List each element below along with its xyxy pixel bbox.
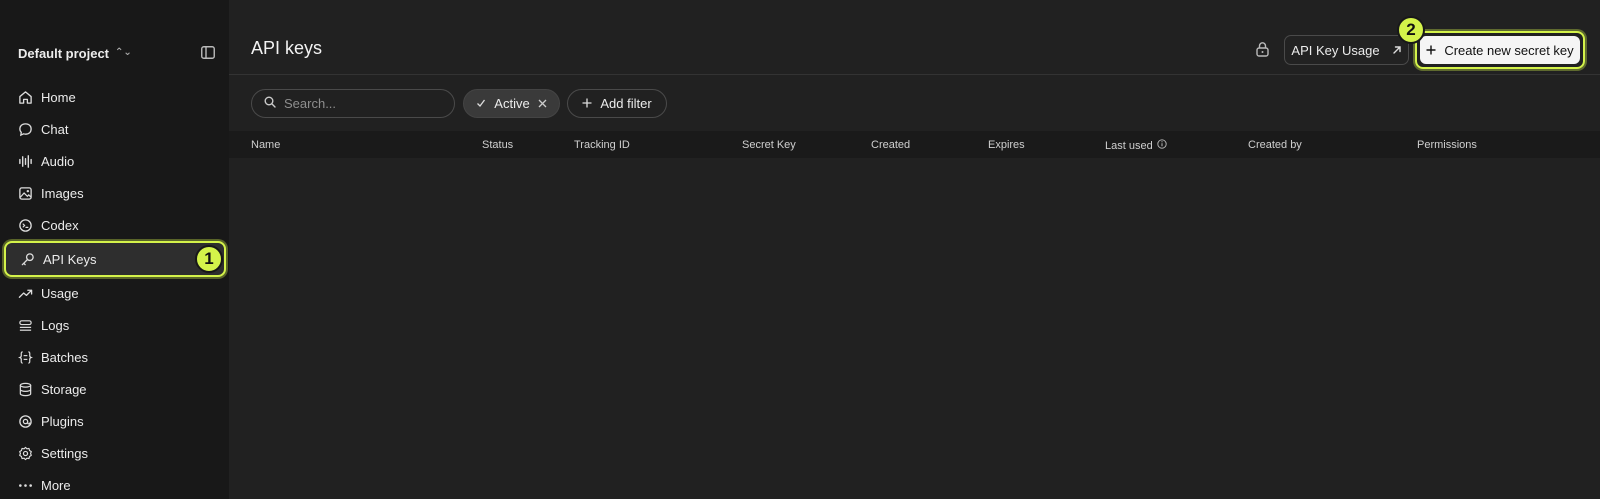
sidebar-item-more[interactable]: More [0,469,229,499]
chevron-up-down-icon: ⌃⌄ [115,47,132,58]
sidebar-item-label: Audio [41,153,75,169]
storage-icon [17,381,33,397]
sidebar-item-label: Batches [41,349,88,365]
search-input[interactable] [284,96,434,111]
api-key-usage-button[interactable]: API Key Usage [1284,35,1409,65]
sidebar-item-usage[interactable]: Usage [0,277,229,309]
column-header-name: Name [251,139,281,151]
batches-icon [17,349,33,365]
step-badge-1: 1 [195,245,223,273]
column-header-expires: Expires [988,139,1025,151]
info-icon[interactable] [1157,139,1167,152]
key-icon [19,251,35,267]
chat-icon [17,121,33,137]
sidebar-item-label: Codex [41,217,79,233]
header-divider [229,74,1600,75]
column-header-permissions: Permissions [1417,139,1477,151]
sidebar-item-storage[interactable]: Storage [0,373,229,405]
sidebar-item-home[interactable]: Home [0,81,229,113]
sidebar-item-label: API Keys [43,251,97,267]
sidebar-toggle-icon[interactable] [200,44,216,60]
codex-icon [17,217,33,233]
sidebar-item-label: Home [41,89,76,105]
sidebar-item-codex[interactable]: Codex [0,209,229,241]
sidebar-item-audio[interactable]: Audio [0,145,229,177]
sidebar-item-settings[interactable]: Settings [0,437,229,469]
logs-icon [17,317,33,333]
sidebar-item-images[interactable]: Images [0,177,229,209]
plus-icon [1426,43,1436,58]
lock-icon[interactable] [1255,41,1271,57]
sidebar-item-label: Settings [41,445,88,461]
column-header-last-used: Last used [1105,139,1167,152]
sidebar-item-api-keys[interactable]: API Keys 1 [4,241,226,277]
table-header: Name Status Tracking ID Secret Key Creat… [229,131,1600,158]
sidebar-item-label: Images [41,185,84,201]
sidebar-item-logs[interactable]: Logs [0,309,229,341]
close-icon[interactable] [538,96,547,111]
page-title: API keys [251,38,323,58]
create-secret-key-label: Create new secret key [1444,42,1574,58]
home-icon [17,89,33,105]
sidebar-item-label: Logs [41,317,70,333]
column-header-status: Status [482,139,514,151]
api-key-usage-label: API Key Usage [1291,42,1380,58]
main-content: API keys API Key Usage Create new secret… [229,0,1600,499]
sidebar-nav: Home Chat Audio Images Codex API Keys 1 … [0,81,229,499]
column-header-secret-key: Secret Key [742,139,796,151]
active-filter-chip[interactable]: Active [463,89,560,118]
column-header-created-by: Created by [1248,139,1302,151]
sidebar-item-chat[interactable]: Chat [0,113,229,145]
check-icon [476,96,486,111]
project-name: Default project [18,45,110,61]
more-icon [17,477,33,493]
sidebar-item-label: Plugins [41,413,84,429]
audio-icon [17,153,33,169]
arrow-up-right-icon [1392,43,1402,58]
active-filter-label: Active [494,96,530,111]
create-secret-key-button[interactable]: Create new secret key [1420,36,1580,64]
images-icon [17,185,33,201]
sidebar-item-label: Storage [41,381,87,397]
sidebar-item-label: More [41,477,71,493]
usage-icon [17,285,33,301]
plugins-icon [17,413,33,429]
search-box[interactable] [251,89,455,118]
search-icon [264,95,276,113]
sidebar-item-label: Chat [41,121,69,137]
column-header-tracking-id: Tracking ID [574,139,630,151]
create-secret-key-highlight: Create new secret key 2 [1397,16,1585,69]
column-header-created: Created [871,139,911,151]
gear-icon [17,445,33,461]
sidebar-item-batches[interactable]: Batches [0,341,229,373]
project-selector[interactable]: Default project ⌃⌄ [18,44,132,62]
step-badge-2: 2 [1397,16,1425,44]
add-filter-button[interactable]: Add filter [567,89,667,118]
sidebar-item-label: Usage [41,285,79,301]
plus-icon [582,96,592,111]
sidebar: Default project ⌃⌄ Home Chat Audio Image… [0,0,229,499]
column-header-last-used-label: Last used [1105,139,1153,152]
sidebar-item-plugins[interactable]: Plugins [0,405,229,437]
add-filter-label: Add filter [600,96,652,111]
